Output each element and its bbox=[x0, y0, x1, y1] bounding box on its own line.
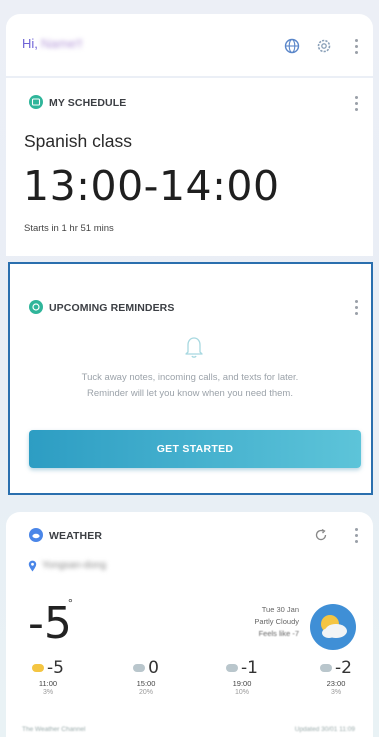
user-name: Name!! bbox=[40, 36, 83, 51]
forecast-temp: 0 bbox=[148, 658, 159, 678]
forecast-item: 0 15:00 20% bbox=[116, 658, 176, 696]
weather-title: WEATHER bbox=[49, 530, 102, 542]
greeting-label: Hi, bbox=[22, 36, 38, 51]
weather-date: Tue 30 Jan bbox=[261, 605, 299, 614]
forecast-time: 11:00 bbox=[38, 679, 58, 688]
reminders-title: UPCOMING REMINDERS bbox=[49, 302, 175, 314]
cloud-icon bbox=[320, 664, 333, 672]
forecast-item: -2 23:00 3% bbox=[306, 658, 366, 696]
forecast-precip: 3% bbox=[42, 689, 54, 696]
forecast-item: -5 11:00 3% bbox=[18, 658, 78, 696]
degree-symbol: ° bbox=[68, 596, 73, 610]
weather-feels-like: Feels like -7 bbox=[258, 629, 299, 638]
forecast-precip: 10% bbox=[234, 689, 249, 696]
reminders-description-line1: Tuck away notes, incoming calls, and tex… bbox=[81, 372, 299, 383]
forecast-precip: 20% bbox=[138, 689, 153, 696]
forecast-precip: 3% bbox=[330, 689, 342, 696]
forecast-time: 15:00 bbox=[136, 679, 156, 688]
refresh-icon[interactable] bbox=[314, 528, 328, 542]
reminders-description-line2: Reminder will let you know when you need… bbox=[87, 388, 293, 399]
cloud-icon bbox=[133, 664, 146, 672]
forecast-temp: -5 bbox=[47, 658, 64, 678]
greeting-text: Hi, Name!! bbox=[22, 36, 83, 51]
get-started-button[interactable]: GET STARTED bbox=[29, 430, 361, 468]
location-pin-icon bbox=[28, 559, 37, 572]
bell-icon bbox=[182, 334, 206, 360]
reminder-icon bbox=[29, 300, 43, 314]
schedule-icon bbox=[29, 95, 43, 109]
event-time: 13:00-14:00 bbox=[23, 162, 280, 210]
weather-location: Yongsan-dong bbox=[42, 560, 107, 571]
schedule-title: MY SCHEDULE bbox=[49, 97, 127, 109]
forecast-temp: -2 bbox=[335, 658, 352, 678]
partly-cloudy-icon bbox=[310, 604, 356, 650]
weather-updated: Updated 30/01 11:09 bbox=[294, 726, 355, 733]
event-starts-in: Starts in 1 hr 51 mins bbox=[24, 223, 114, 234]
current-temperature: -5 bbox=[28, 598, 72, 649]
weather-details: Tue 30 Jan Partly Cloudy Feels like -7 bbox=[254, 604, 299, 640]
schedule-more-icon[interactable] bbox=[355, 96, 359, 112]
reminders-more-icon[interactable] bbox=[355, 300, 359, 316]
header-more-icon[interactable] bbox=[355, 39, 359, 55]
cloud-icon bbox=[226, 664, 239, 672]
event-name: Spanish class bbox=[24, 131, 132, 151]
globe-icon[interactable] bbox=[284, 38, 300, 54]
partly-cloudy-icon bbox=[32, 664, 45, 672]
weather-more-icon[interactable] bbox=[355, 528, 359, 544]
gear-icon[interactable] bbox=[316, 38, 332, 54]
weather-icon bbox=[29, 528, 43, 542]
reminders-description: Tuck away notes, incoming calls, and tex… bbox=[30, 370, 350, 402]
weather-condition: Partly Cloudy bbox=[254, 617, 299, 626]
forecast-time: 19:00 bbox=[232, 679, 252, 688]
forecast-temp: -1 bbox=[241, 658, 258, 678]
weather-source[interactable]: The Weather Channel bbox=[22, 726, 85, 733]
forecast-time: 23:00 bbox=[326, 679, 346, 688]
forecast-item: -1 19:00 10% bbox=[212, 658, 272, 696]
